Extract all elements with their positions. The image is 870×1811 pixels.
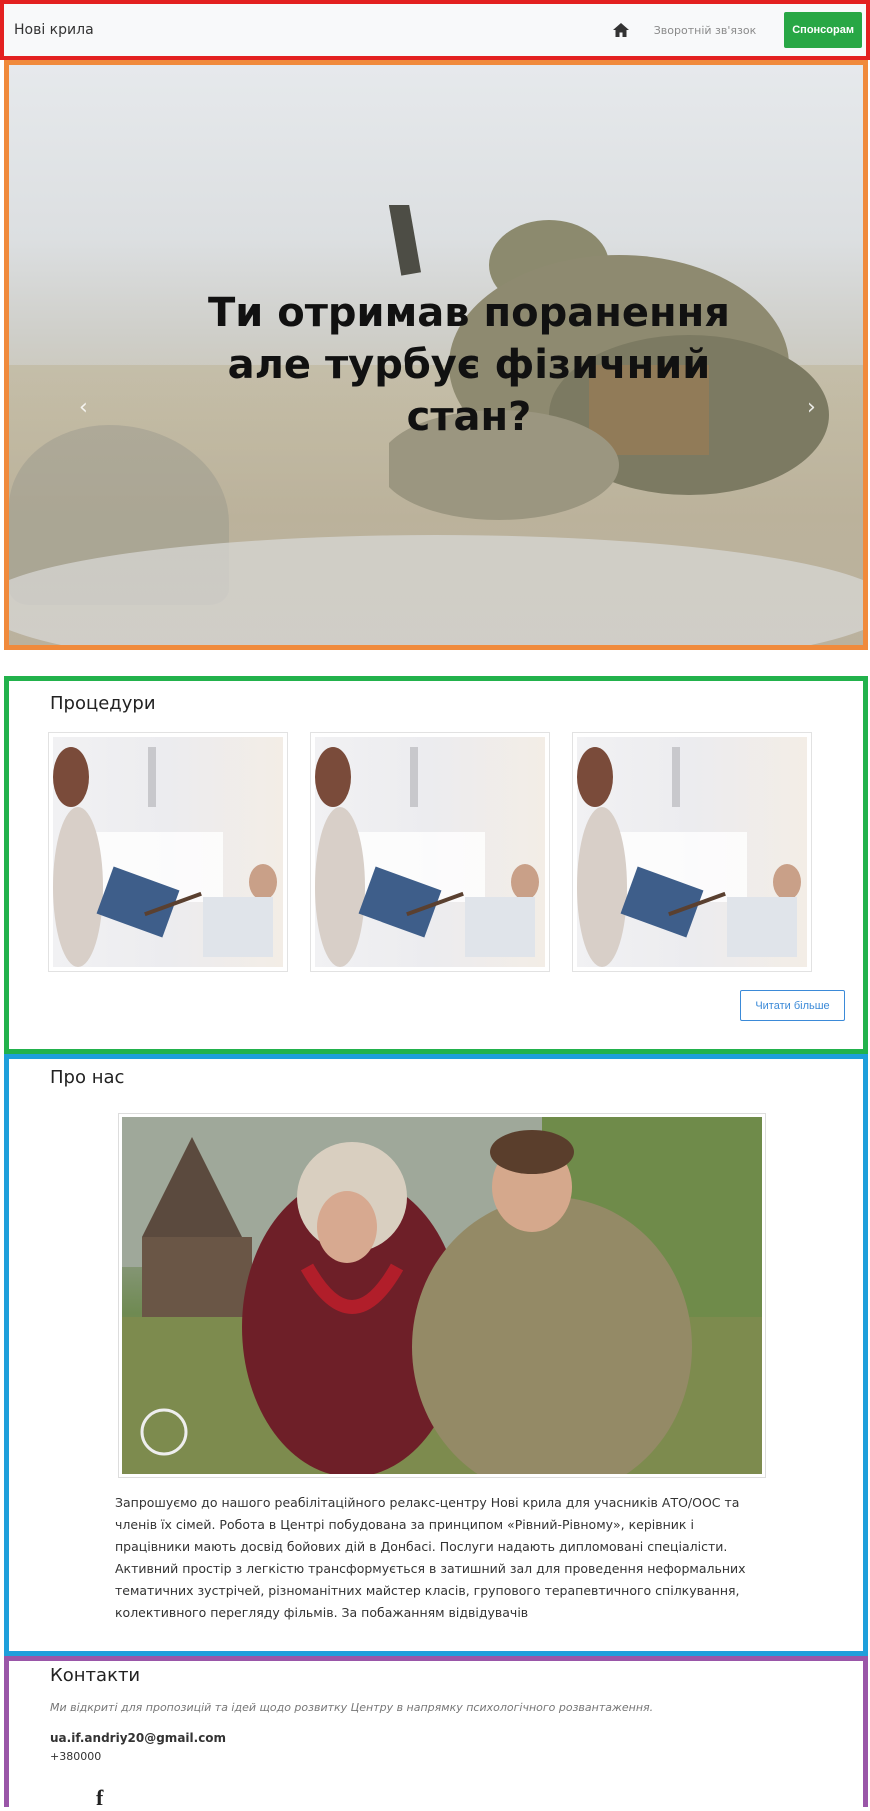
about-photo <box>122 1117 762 1474</box>
about-text: Запрошуємо до нашого реабілітаційного ре… <box>115 1495 746 1620</box>
contacts-title: Контакти <box>50 1665 141 1686</box>
nav-right: Зворотній зв'язок Спонсорам <box>612 4 866 56</box>
chevron-left-icon[interactable]: ‹ <box>79 395 88 420</box>
facebook-icon[interactable]: f <box>96 1785 103 1811</box>
navbar: Нові крила Зворотній зв'язок Спонсорам <box>4 4 866 56</box>
hero-title-line2: але турбує фізичний <box>227 342 711 388</box>
hero-carousel: Ти отримав поранення але турбує фізичний… <box>9 65 863 645</box>
feedback-link[interactable]: Зворотній зв'язок <box>654 24 756 37</box>
brand-link[interactable]: Нові крила <box>14 22 94 38</box>
procedures-title: Процедури <box>50 693 156 714</box>
about-title: Про нас <box>50 1067 125 1088</box>
read-more-button[interactable]: Читати більше <box>740 990 845 1021</box>
procedure-card-2[interactable] <box>310 732 550 972</box>
hero-title: Ти отримав поранення але турбує фізичний… <box>189 287 749 443</box>
sponsor-button[interactable]: Спонсорам <box>784 12 862 48</box>
procedure-card-1[interactable] <box>48 732 288 972</box>
contacts-subtitle: Ми відкриті для пропозицій та ідей щодо … <box>50 1701 654 1714</box>
procedure-card-3[interactable] <box>572 732 812 972</box>
procedure-image <box>315 737 545 967</box>
procedure-image <box>53 737 283 967</box>
hero-title-line1: Ти отримав поранення <box>208 290 730 336</box>
chevron-right-icon[interactable]: › <box>807 395 816 420</box>
home-icon[interactable] <box>612 21 630 39</box>
hero-foreground-blur <box>9 535 863 645</box>
contact-phone[interactable]: +380000 <box>50 1750 101 1763</box>
contact-email[interactable]: ua.if.andriy20@gmail.com <box>50 1731 226 1745</box>
hero-title-line3: стан? <box>406 394 532 440</box>
procedure-image <box>577 737 807 967</box>
about-image <box>118 1113 766 1478</box>
